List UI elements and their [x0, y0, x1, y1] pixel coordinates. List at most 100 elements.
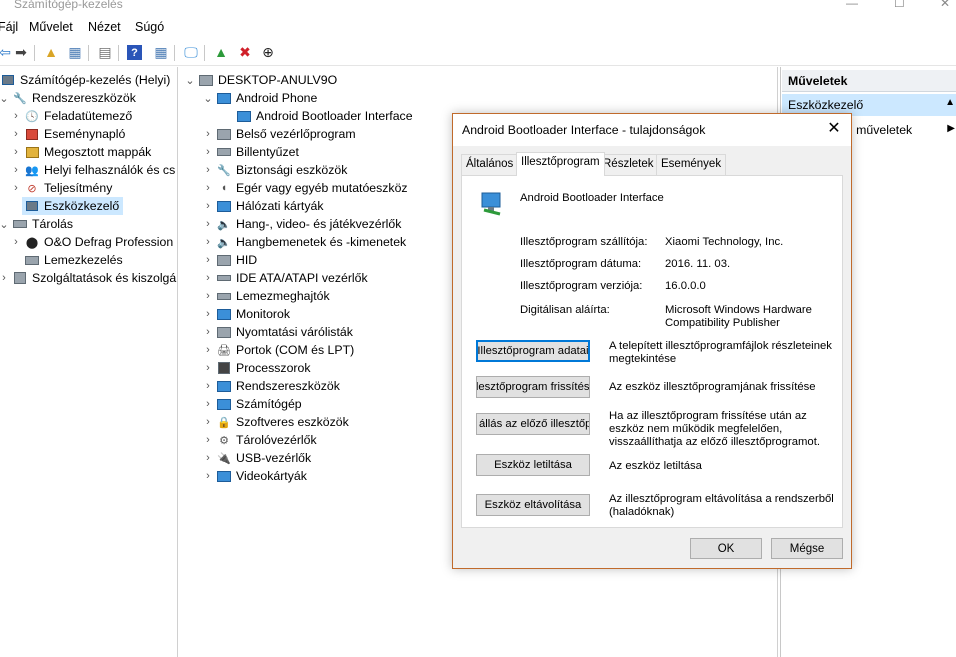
tree-item-shared-folders[interactable]: › Megosztott mappák — [10, 143, 151, 161]
tab-events[interactable]: Események — [656, 154, 727, 175]
cancel-button[interactable]: Mégse — [771, 538, 843, 559]
device-category[interactable]: › Rendszereszközök — [202, 377, 340, 395]
tab-general[interactable]: Általános — [461, 154, 519, 175]
tree-item-services[interactable]: › Szolgáltatások és kiszolgáló — [0, 269, 177, 287]
tree-item-computer-management[interactable]: Számítógép-kezelés (Helyi) — [0, 71, 170, 89]
storage-controller-icon: ⚙ — [219, 434, 229, 447]
driver-details-desc: A telepített illesztőprogramfájlok részl… — [609, 340, 832, 365]
device-root[interactable]: ⌄ DESKTOP-ANULV9O — [184, 71, 337, 89]
device-category[interactable]: › HID — [202, 251, 257, 269]
device-android-bootloader[interactable]: Android Bootloader Interface — [234, 107, 413, 125]
tree-item-device-manager[interactable]: Eszközkezelő — [22, 197, 124, 215]
close-icon[interactable]: ✕ — [823, 119, 845, 139]
tree-item-disk-management[interactable]: Lemezkezelés — [22, 251, 123, 269]
device-category[interactable]: › 🔈 Hangbemenetek és -kimenetek — [202, 233, 406, 251]
properties-dialog: Android Bootloader Interface - tulajdons… — [452, 113, 852, 569]
collapse-arrow-icon[interactable]: ▲ — [945, 97, 955, 108]
driver-details-button[interactable]: Illesztőprogram adatai — [476, 340, 590, 362]
hid-icon — [216, 252, 232, 268]
tree-item-local-users[interactable]: › 👥 Helyi felhasználók és cs — [10, 161, 175, 179]
uninstall-device-button[interactable]: Eszköz eltávolítása — [476, 494, 590, 516]
menu-help[interactable]: Súgó — [135, 20, 164, 34]
ok-button[interactable]: OK — [690, 538, 762, 559]
window-title: Számítógép-kezelés — [14, 0, 123, 11]
tree-item-task-scheduler[interactable]: › 🕓 Feladatütemező — [10, 107, 132, 125]
menu-file[interactable]: Fájl — [0, 20, 18, 34]
rollback-driver-desc: Ha az illesztőprogram frissítése után az… — [609, 410, 820, 448]
menu-bar: Fájl Művelet Nézet Súgó — [0, 16, 956, 38]
tree-item-performance[interactable]: › ⊘ Teljesítmény — [10, 179, 112, 197]
update-driver-icon[interactable]: ▲ — [212, 43, 230, 61]
uninstall-device-desc: Az illesztőprogram eltávolítása a rendsz… — [609, 493, 834, 518]
uninstall-icon[interactable]: ✖ — [236, 43, 254, 61]
display-adapter-icon — [216, 468, 232, 484]
action-pane-icon[interactable]: ▦ — [152, 43, 170, 61]
up-folder-icon[interactable]: ▲ — [42, 43, 60, 61]
device-manager-icon — [24, 198, 40, 214]
prop-value: 2016. 11. 03. — [665, 258, 731, 270]
system-tools-icon: 🔧 — [13, 92, 27, 105]
scan-hardware-icon[interactable]: 🖵 — [182, 43, 200, 61]
device-category[interactable]: › IDE ATA/ATAPI vezérlők — [202, 269, 368, 287]
computer-management-icon — [0, 72, 16, 88]
android-device-icon — [480, 190, 504, 216]
android-device-icon — [236, 108, 252, 124]
device-category[interactable]: › Számítógép — [202, 395, 301, 413]
driver-tab-panel: Android Bootloader Interface Illesztőpro… — [461, 175, 843, 528]
show-hide-tree-icon[interactable]: ▦ — [66, 43, 84, 61]
disable-device-icon[interactable]: ⊕ — [259, 43, 277, 61]
device-category[interactable]: › Nyomtatási várólisták — [202, 323, 353, 341]
security-devices-icon: 🔧 — [217, 164, 231, 177]
device-category[interactable]: › Lemezmeghajtók — [202, 287, 330, 305]
device-category[interactable]: › Belső vezérlőprogram — [202, 125, 355, 143]
device-category[interactable]: › Processzorok — [202, 359, 310, 377]
device-category[interactable]: › ⚙ Tárolóvezérlők — [202, 431, 317, 449]
task-scheduler-icon: 🕓 — [25, 110, 39, 123]
device-category[interactable]: › 🔒 Szoftveres eszközök — [202, 413, 349, 431]
performance-icon: ⊘ — [27, 182, 37, 195]
minimize-button[interactable]: — — [846, 0, 858, 10]
shared-folders-icon — [24, 144, 40, 160]
ide-controller-icon — [216, 270, 232, 286]
network-adapter-icon — [216, 198, 232, 214]
properties-icon[interactable]: ▤ — [96, 43, 114, 61]
device-category[interactable]: › Monitorok — [202, 305, 290, 323]
device-category[interactable]: › Billentyűzet — [202, 143, 299, 161]
storage-icon — [12, 216, 28, 232]
tree-item-storage[interactable]: ⌄ Tárolás — [0, 215, 73, 233]
processor-icon — [216, 360, 232, 376]
ports-icon: 🖨 — [217, 344, 231, 357]
tab-details[interactable]: Részletek — [598, 154, 659, 175]
actions-header: Műveletek — [782, 70, 956, 92]
close-window-button[interactable]: ✕ — [940, 0, 950, 10]
device-category-android-phone[interactable]: ⌄ Android Phone — [202, 89, 317, 107]
prop-label: Illesztőprogram szállítója: — [520, 236, 648, 248]
prop-label: Illesztőprogram dátuma: — [520, 258, 642, 270]
audio-io-icon: 🔈 — [217, 236, 231, 249]
tree-item-event-viewer[interactable]: › Eseménynapló — [10, 125, 125, 143]
update-driver-button[interactable]: Illesztőprogram frissítése — [476, 376, 590, 398]
device-category[interactable]: › 🖨 Portok (COM és LPT) — [202, 341, 354, 359]
device-category[interactable]: › Videokártyák — [202, 467, 307, 485]
dialog-title: Android Bootloader Interface - tulajdons… — [462, 123, 706, 137]
disable-device-button[interactable]: Eszköz letiltása — [476, 454, 590, 476]
device-category[interactable]: › 🔌 USB-vezérlők — [202, 449, 311, 467]
tree-item-defrag[interactable]: › ⬤ O&O Defrag Profession — [10, 233, 173, 251]
firmware-icon — [216, 126, 232, 142]
usb-icon: 🔌 — [217, 452, 231, 465]
forward-icon[interactable]: ➡ — [12, 43, 30, 61]
software-devices-icon: 🔒 — [217, 416, 231, 429]
menu-view[interactable]: Nézet — [88, 20, 121, 34]
rollback-driver-button[interactable]: állás az előző illesztőprog — [476, 413, 590, 435]
tree-item-system-tools[interactable]: ⌄ 🔧 Rendszereszközök — [0, 89, 136, 107]
menu-action[interactable]: Művelet — [29, 20, 73, 34]
toolbar: ⇦ ➡ ▲ ▦ ▤ ? ▦ 🖵 ▲ ✖ ⊕ — [0, 40, 956, 66]
console-tree: Számítógép-kezelés (Helyi) ⌄ 🔧 Rendszere… — [0, 67, 178, 657]
help-icon[interactable]: ? — [127, 45, 142, 60]
device-category[interactable]: › 🔈 Hang-, video- és játékvezérlők — [202, 215, 401, 233]
maximize-button[interactable]: ☐ — [894, 0, 905, 10]
device-category[interactable]: › ◖ Egér vagy egyéb mutatóeszköz — [202, 179, 407, 197]
device-category[interactable]: › 🔧 Biztonsági eszközök — [202, 161, 347, 179]
device-category[interactable]: › Hálózati kártyák — [202, 197, 323, 215]
tab-driver[interactable]: Illesztőprogram — [516, 152, 605, 176]
